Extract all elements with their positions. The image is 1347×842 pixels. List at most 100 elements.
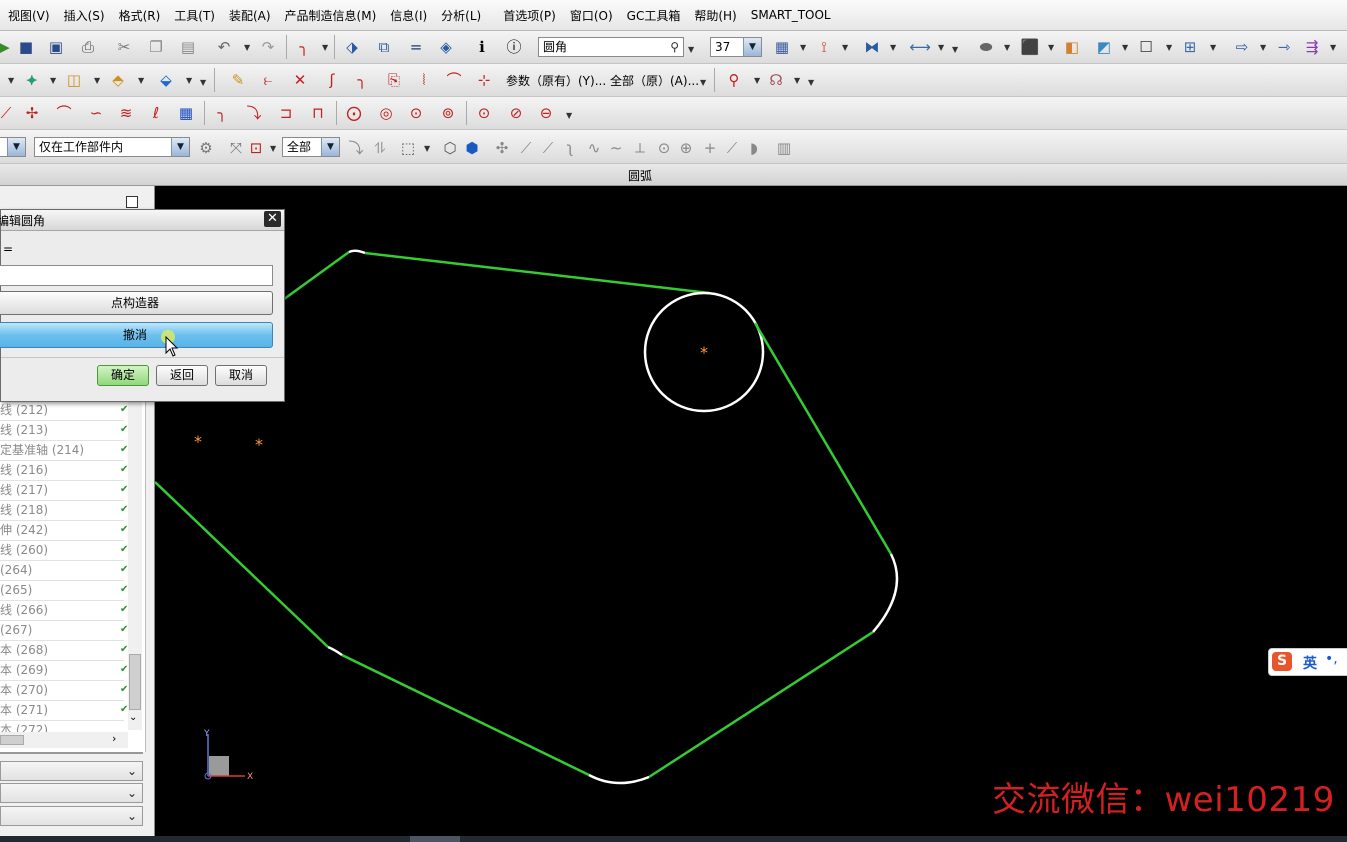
curve-line[interactable]: [155, 481, 329, 648]
menu-gc-toolkit[interactable]: GC工具箱: [627, 7, 681, 24]
menu-view[interactable]: 视图(V): [8, 7, 50, 24]
back-button[interactable]: 返回: [156, 365, 208, 386]
search-dropdown-icon[interactable]: ▼: [688, 45, 694, 54]
edit-curve-icon[interactable]: ✎: [228, 70, 248, 90]
tree-row[interactable]: (265): [0, 580, 124, 601]
fillet-dropdown-icon[interactable]: ▼: [322, 43, 328, 52]
tree-row[interactable]: 线 (216): [0, 460, 124, 481]
chamfer-curve-icon[interactable]: ⤵: [244, 103, 264, 123]
tree-row[interactable]: 线 (213): [0, 420, 124, 441]
point-constructor-button[interactable]: 点构造器: [0, 291, 273, 315]
dialog-titlebar[interactable]: 编辑圆角 ✕: [0, 210, 284, 231]
snap-icon[interactable]: ⧓: [862, 37, 882, 57]
view-dropdown-icon[interactable]: ▼: [1048, 43, 1054, 52]
check-icon[interactable]: ✔: [120, 684, 128, 695]
row2-options-icon[interactable]: ▼: [200, 78, 206, 87]
cube-dropdown-icon[interactable]: ▼: [186, 76, 192, 85]
wcs-icon[interactable]: ⟟: [814, 37, 834, 57]
paste-icon[interactable]: ▤: [178, 37, 198, 57]
grid-icon[interactable]: ⊞: [1180, 37, 1200, 57]
ok-button[interactable]: 确定: [97, 365, 149, 386]
edit-fillet-icon[interactable]: ╮: [352, 70, 372, 90]
trim-corner-icon[interactable]: ✕: [290, 70, 310, 90]
panel-combo-3[interactable]: ⌄: [0, 806, 143, 826]
select-curve-icon[interactable]: ⤵: [346, 138, 366, 158]
filter-settings-icon[interactable]: ⚙: [196, 138, 216, 158]
chevron-down-icon[interactable]: ▼: [321, 138, 339, 156]
single-view-icon[interactable]: ☐: [1136, 37, 1156, 57]
chevron-down-icon[interactable]: ⌄: [124, 763, 140, 779]
chevron-down-icon[interactable]: ⌄: [124, 808, 140, 824]
check-icon[interactable]: ✔: [120, 504, 128, 515]
menu-insert[interactable]: 插入(S): [64, 7, 105, 24]
object-display-icon[interactable]: ◈: [436, 37, 456, 57]
info-icon[interactable]: ⓘ: [504, 37, 524, 57]
curve-line[interactable]: [364, 251, 710, 295]
check-icon[interactable]: ✔: [120, 484, 128, 495]
info-object-icon[interactable]: ℹ: [472, 37, 492, 57]
copy-icon[interactable]: ❐: [146, 37, 166, 57]
check-icon[interactable]: ✔: [120, 464, 128, 475]
analyze-curve-icon[interactable]: ⚲: [724, 70, 744, 90]
menu-information[interactable]: 信息(I): [390, 7, 427, 24]
snap-arc-icon[interactable]: ∿: [584, 138, 604, 158]
wcs-dropdown-icon[interactable]: ▼: [842, 43, 848, 52]
fillet-curve-icon[interactable]: ╮: [212, 103, 232, 123]
undo-button[interactable]: 撤消: [0, 322, 273, 348]
check-icon[interactable]: ✔: [120, 444, 128, 455]
panel-combo-2[interactable]: ⌄: [0, 783, 143, 803]
snap-bounded-icon[interactable]: ▥: [774, 138, 794, 158]
check-icon[interactable]: ✔: [120, 624, 128, 635]
check-icon[interactable]: ✔: [120, 644, 128, 655]
center-point-marker[interactable]: *: [700, 343, 708, 362]
menu-preferences[interactable]: 首选项(P): [503, 7, 556, 24]
check-icon[interactable]: ✔: [120, 704, 128, 715]
point-dropdown-icon[interactable]: ▼: [50, 76, 56, 85]
layer-dropdown-icon[interactable]: ▼: [800, 43, 806, 52]
command-search-input[interactable]: 圆角 ⚲: [538, 37, 684, 57]
type-filter-combo[interactable]: 全部 ▼: [282, 137, 340, 157]
tree-row[interactable]: 本 (271): [0, 700, 124, 721]
panel-pin-icon[interactable]: [126, 196, 138, 208]
tree-row[interactable]: 线 (212): [0, 400, 124, 421]
select-feature-icon[interactable]: ⤧: [226, 138, 246, 158]
chevron-down-icon[interactable]: ▼: [7, 138, 25, 156]
save-as-icon[interactable]: ▣: [46, 37, 66, 57]
params-original-button[interactable]: 参数（原有）(Y)...: [506, 72, 606, 89]
line-icon[interactable]: ⟋: [0, 103, 16, 123]
snap-intersection-icon[interactable]: ʅ: [560, 138, 580, 158]
law-curve-icon[interactable]: ℓ: [146, 103, 166, 123]
move-face-icon[interactable]: ⇶: [1302, 37, 1322, 57]
all-original-button[interactable]: 全部（原）(A)...: [610, 72, 699, 89]
chevron-down-icon[interactable]: ⌄: [124, 785, 140, 801]
tree-row[interactable]: 本 (270): [0, 680, 124, 701]
smooth-spline-icon[interactable]: ⌒: [444, 70, 464, 90]
helix-icon[interactable]: ≋: [116, 103, 136, 123]
undo-dropdown-icon[interactable]: ▼: [244, 43, 250, 52]
snap-point-icon[interactable]: ⊡: [246, 138, 266, 158]
layer-settings-icon[interactable]: ▦: [772, 37, 792, 57]
cut-icon[interactable]: ✂: [114, 37, 134, 57]
tree-row[interactable]: 本 (269): [0, 660, 124, 681]
edit-options-icon[interactable]: ▼: [700, 78, 706, 87]
curve-line[interactable]: [341, 653, 590, 777]
curve-length-icon[interactable]: ⦚: [414, 70, 434, 90]
redo-icon[interactable]: ↷: [258, 37, 278, 57]
analyze-dropdown-icon[interactable]: ▼: [754, 76, 760, 85]
snap-on-face-icon[interactable]: ◗: [744, 138, 764, 158]
menu-smart-tool[interactable]: SMART_TOOL: [751, 8, 831, 22]
taskbar-item[interactable]: [410, 836, 460, 842]
arc-3pt-icon[interactable]: ⊘: [506, 103, 526, 123]
rectangle-select-icon[interactable]: ⬚: [398, 138, 418, 158]
datum-plane-icon[interactable]: ◫: [64, 70, 84, 90]
scrollbar-thumb[interactable]: [0, 735, 24, 745]
search-icon[interactable]: ⚲: [670, 38, 679, 56]
curvature-dropdown-icon[interactable]: ▼: [794, 76, 800, 85]
check-icon[interactable]: ✔: [120, 604, 128, 615]
grid-dropdown-icon[interactable]: ▼: [1210, 43, 1216, 52]
chevron-down-icon[interactable]: ▼: [743, 38, 761, 56]
select-face-icon[interactable]: ⥮: [370, 138, 390, 158]
stretch-curve-icon[interactable]: ⎘: [384, 70, 404, 90]
orient-dropdown-icon[interactable]: ▼: [1122, 43, 1128, 52]
circle-tangent-icon[interactable]: ⊙: [406, 103, 426, 123]
